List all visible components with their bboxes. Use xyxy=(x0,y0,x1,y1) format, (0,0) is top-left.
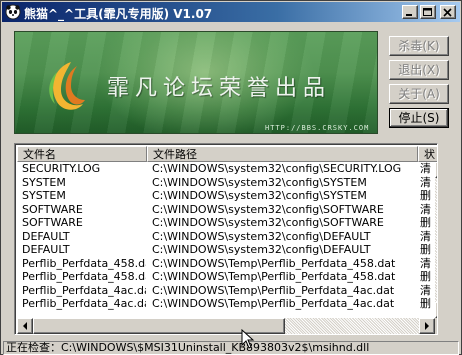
table-row[interactable]: SECURITY.LOG C:\WINDOWS\system32\config\S… xyxy=(17,162,419,176)
list-header: 文件名 文件路径 状 xyxy=(17,146,437,162)
file-name: Perflib_Perfdata_458.dat xyxy=(22,256,146,270)
main-window: 熊猫^_^工具(霏凡专用版) V1.07 霏凡论坛荣誉出品 HTTP://BBS… xyxy=(0,0,462,355)
banner: 霏凡论坛荣誉出品 HTTP://BBS.CRSKY.COM xyxy=(14,31,378,134)
banner-url: HTTP://BBS.CRSKY.COM xyxy=(265,124,370,132)
scroll-down-button[interactable] xyxy=(435,302,438,318)
file-path: C:\WINDOWS\Temp\Perflib_Perfdata_4ac.dat xyxy=(152,283,395,297)
file-path: C:\WINDOWS\Temp\Perflib_Perfdata_458.dat xyxy=(152,256,396,270)
file-path: C:\WINDOWS\system32\config\SOFTWARE xyxy=(152,216,384,229)
file-path: C:\WINDOWS\system32\config\SYSTEM xyxy=(152,175,367,189)
file-name: SOFTWARE xyxy=(22,216,83,229)
about-button[interactable]: 关于(A) xyxy=(389,84,449,104)
table-row[interactable]: DEFAULT C:\WINDOWS\system32\config\DEFAUL… xyxy=(17,243,419,257)
horizontal-scrollbar[interactable] xyxy=(17,318,435,334)
table-row[interactable]: SYSTEM C:\WINDOWS\system32\config\SYSTEM xyxy=(17,189,419,203)
table-row[interactable]: Perflib_Perfdata_458.dat C:\WINDOWS\Temp\… xyxy=(17,257,419,271)
exit-button[interactable]: 退出(X) xyxy=(389,60,449,80)
maximize-button[interactable] xyxy=(420,5,436,19)
minimize-icon xyxy=(406,14,412,16)
column-status[interactable]: 状 xyxy=(418,146,437,162)
file-name: Perflib_Perfdata_4ac.dat xyxy=(22,283,146,297)
arrow-left-icon xyxy=(23,322,27,330)
title-bar[interactable]: 熊猫^_^工具(霏凡专用版) V1.07 xyxy=(2,2,460,22)
file-path: C:\WINDOWS\system32\config\SECURITY.LOG xyxy=(152,162,402,175)
scroll-corner xyxy=(435,318,437,334)
status-bar: 正在检查：C:\WINDOWS\$MSI31Uninstall_KB893803… xyxy=(3,341,459,355)
list-rows: SECURITY.LOG C:\WINDOWS\system32\config\S… xyxy=(17,162,419,318)
close-button[interactable] xyxy=(440,5,456,19)
file-path: C:\WINDOWS\system32\config\SOFTWARE xyxy=(152,202,384,216)
table-row[interactable]: SOFTWARE C:\WINDOWS\system32\config\SOFTW… xyxy=(17,216,419,230)
column-filename[interactable]: 文件名 xyxy=(17,146,147,162)
file-path: C:\WINDOWS\Temp\Perflib_Perfdata_458.dat xyxy=(152,270,396,283)
banner-title: 霏凡论坛荣誉出品 xyxy=(107,76,332,101)
arrow-up-icon xyxy=(436,163,438,177)
arrow-right-icon xyxy=(425,322,429,330)
file-name: Perflib_Perfdata_458.dat xyxy=(22,270,146,283)
scroll-left-button[interactable] xyxy=(17,318,33,334)
stop-button[interactable]: 停止(S) xyxy=(389,108,449,128)
file-path: C:\WINDOWS\system32\config\DEFAULT xyxy=(152,229,371,243)
file-name: SOFTWARE xyxy=(22,202,83,216)
mouse-cursor-icon xyxy=(241,329,255,349)
file-name: DEFAULT xyxy=(22,229,70,243)
kill-virus-button[interactable]: 杀毒(K) xyxy=(389,36,449,56)
scroll-up-button[interactable] xyxy=(435,162,438,178)
close-icon xyxy=(443,8,452,17)
file-path: C:\WINDOWS\Temp\Perflib_Perfdata_4ac.dat xyxy=(152,297,395,310)
file-name: SYSTEM xyxy=(22,175,66,189)
arrow-down-icon xyxy=(436,303,438,317)
panda-icon[interactable] xyxy=(5,4,21,20)
swirl-logo-icon xyxy=(49,62,85,110)
file-path: C:\WINDOWS\system32\config\DEFAULT xyxy=(152,243,371,256)
table-row[interactable]: Perflib_Perfdata_4ac.dat C:\WINDOWS\Temp\… xyxy=(17,297,419,311)
minimize-button[interactable] xyxy=(402,5,418,19)
table-row[interactable]: DEFAULT C:\WINDOWS\system32\config\DEFAUL… xyxy=(17,230,419,244)
table-row[interactable]: Perflib_Perfdata_4ac.dat C:\WINDOWS\Temp\… xyxy=(17,284,419,298)
column-filepath[interactable]: 文件路径 xyxy=(147,146,418,162)
vertical-scroll-track[interactable] xyxy=(435,178,437,302)
table-row[interactable]: Perflib_Perfdata_458.dat C:\WINDOWS\Temp\… xyxy=(17,270,419,284)
table-row[interactable]: SYSTEM C:\WINDOWS\system32\config\SYSTEM xyxy=(17,176,419,190)
file-name: SYSTEM xyxy=(22,189,66,202)
window-title: 熊猫^_^工具(霏凡专用版) V1.07 xyxy=(24,7,213,21)
file-name: SECURITY.LOG xyxy=(22,162,101,175)
file-path: C:\WINDOWS\system32\config\SYSTEM xyxy=(152,189,367,202)
scroll-right-button[interactable] xyxy=(419,318,435,334)
file-list[interactable]: 文件名 文件路径 状 SECURITY.LOG C:\WINDOWS\system… xyxy=(14,143,438,335)
file-name: DEFAULT xyxy=(22,243,70,256)
table-row[interactable]: SOFTWARE C:\WINDOWS\system32\config\SOFTW… xyxy=(17,203,419,217)
maximize-icon xyxy=(423,8,432,16)
vertical-scrollbar[interactable] xyxy=(435,162,438,318)
file-name: Perflib_Perfdata_4ac.dat xyxy=(22,297,146,310)
